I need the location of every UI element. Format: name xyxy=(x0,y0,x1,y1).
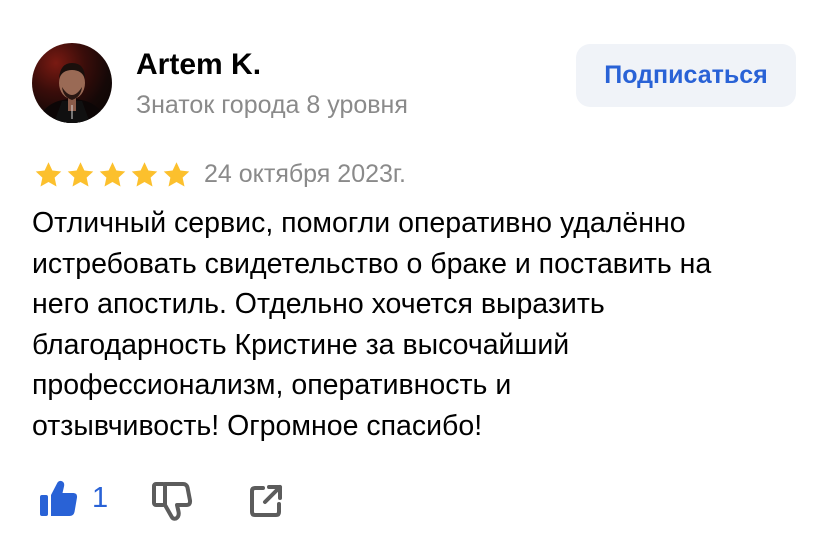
share-button[interactable] xyxy=(248,483,284,519)
star-icon xyxy=(67,162,94,187)
review-date: 24 октября 2023г. xyxy=(204,160,406,188)
author-level: Знаток города 8 уровня xyxy=(136,91,408,119)
rating-stars xyxy=(33,160,192,190)
thumbs-up-icon xyxy=(40,480,78,516)
author-name[interactable]: Artem K. xyxy=(136,48,261,83)
star-icon xyxy=(99,162,126,187)
star-icon xyxy=(163,162,190,187)
avatar[interactable] xyxy=(32,43,112,123)
subscribe-button[interactable]: Подписаться xyxy=(576,44,796,107)
share-icon xyxy=(250,485,282,517)
dislike-button[interactable] xyxy=(150,478,194,522)
star-icon xyxy=(35,162,62,187)
star-icon xyxy=(131,162,158,187)
like-count: 1 xyxy=(92,482,109,514)
review-text: Отличный сервис, помогли оперативно удал… xyxy=(32,207,712,442)
thumbs-down-icon xyxy=(152,482,193,521)
like-button[interactable] xyxy=(38,478,80,520)
